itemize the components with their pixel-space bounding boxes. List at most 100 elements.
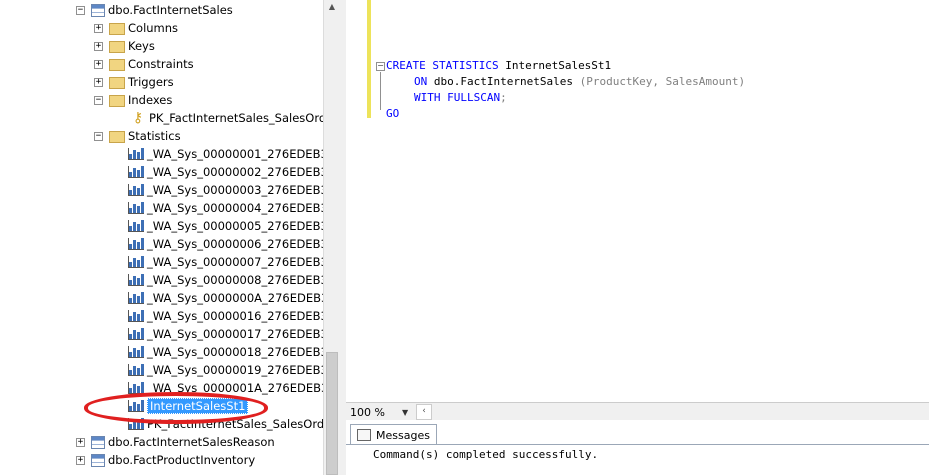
table-icon <box>91 435 105 449</box>
tree-node[interactable]: − Statistics <box>94 127 181 145</box>
tree-node[interactable]: _WA_Sys_00000017_276EDEB3 <box>128 325 323 343</box>
statistics-icon <box>128 166 144 178</box>
editor-gutter <box>346 0 366 402</box>
tree-node[interactable]: _WA_Sys_00000016_276EDEB3 <box>128 307 323 325</box>
code-identifier: dbo.FactInternetSales <box>427 75 580 88</box>
key-icon: ⚷ <box>132 110 144 126</box>
tree-node[interactable]: + dbo.FactProductInventory <box>76 451 255 469</box>
tree-node[interactable]: + Constraints <box>94 55 194 73</box>
code-line-2[interactable]: ON dbo.FactInternetSales (ProductKey, Sa… <box>414 74 745 90</box>
table-icon <box>91 453 105 467</box>
statistics-icon <box>128 346 144 358</box>
chevron-down-icon[interactable]: ▼ <box>402 408 414 417</box>
scroll-left-arrow-icon[interactable]: ‹ <box>416 404 432 420</box>
code-columns: (ProductKey, SalesAmount) <box>579 75 746 88</box>
folder-icon <box>109 95 125 107</box>
code-keyword: GO <box>386 107 400 120</box>
explorer-vertical-scrollbar[interactable]: ▲ <box>323 0 340 475</box>
tree-node-label: _WA_Sys_00000006_276EDEB3 <box>147 237 323 251</box>
collapse-icon[interactable]: − <box>94 131 103 141</box>
expand-icon[interactable]: + <box>94 59 103 69</box>
folder-icon <box>109 77 125 89</box>
tree-node-label: dbo.FactInternetSalesReason <box>108 435 275 449</box>
code-semicolon: ; <box>500 91 507 104</box>
collapse-icon[interactable]: − <box>94 95 103 105</box>
tree-node-label: _WA_Sys_00000018_276EDEB3 <box>147 345 323 359</box>
statistics-icon <box>128 202 144 214</box>
tree-node[interactable]: _WA_Sys_00000006_276EDEB3 <box>128 235 323 253</box>
tree-node[interactable]: _WA_Sys_00000008_276EDEB3 <box>128 271 323 289</box>
highlight-circle-annotation <box>84 392 268 424</box>
tree-node-label: _WA_Sys_00000008_276EDEB3 <box>147 273 323 287</box>
statistics-icon <box>128 328 144 340</box>
editor-status-bar: 100 % ▼ ‹ <box>346 402 929 421</box>
collapse-icon[interactable]: − <box>76 5 85 15</box>
tree-node-label: _WA_Sys_00000004_276EDEB3 <box>147 201 323 215</box>
code-line-3[interactable]: WITH FULLSCAN; <box>414 90 507 106</box>
expand-icon[interactable]: + <box>94 23 103 33</box>
tree-node-label: _WA_Sys_00000007_276EDEB3 <box>147 255 323 269</box>
tree-node-label: Statistics <box>128 129 181 143</box>
tree-node[interactable]: + Columns <box>94 19 178 37</box>
expand-icon[interactable]: + <box>76 455 85 465</box>
expand-icon[interactable]: + <box>76 437 85 447</box>
tree-node-label: Columns <box>128 21 179 35</box>
messages-output: Command(s) completed successfully. <box>373 448 599 461</box>
expand-icon[interactable]: + <box>94 41 103 51</box>
statistics-icon <box>128 364 144 376</box>
tree-node[interactable]: _WA_Sys_00000018_276EDEB3 <box>128 343 323 361</box>
statistics-icon <box>128 310 144 322</box>
code-keyword: WITH FULLSCAN <box>414 91 501 104</box>
tree-node-label: _WA_Sys_00000001_276EDEB3 <box>147 147 323 161</box>
tab-messages[interactable]: Messages <box>350 424 437 445</box>
statistics-icon <box>128 148 144 160</box>
tree-node-label: _WA_Sys_00000003_276EDEB3 <box>147 183 323 197</box>
expand-icon[interactable]: + <box>94 77 103 87</box>
zoom-level[interactable]: 100 % <box>346 406 402 419</box>
tree-node-label: PK_FactInternetSales_SalesOrderN <box>149 111 323 125</box>
tree-node[interactable]: − dbo.FactInternetSales <box>76 1 233 19</box>
tree-node[interactable]: _WA_Sys_00000019_276EDEB3 <box>128 361 323 379</box>
tree-node[interactable]: + Keys <box>94 37 155 55</box>
scroll-up-arrow-icon[interactable]: ▲ <box>326 2 338 16</box>
tree-node[interactable]: _WA_Sys_00000004_276EDEB3 <box>128 199 323 217</box>
folder-icon <box>109 23 125 35</box>
code-keyword: CREATE STATISTICS <box>386 59 499 72</box>
tree-node-label: _WA_Sys_00000002_276EDEB3 <box>147 165 323 179</box>
tree-node-label: Indexes <box>128 93 173 107</box>
statistics-icon <box>128 220 144 232</box>
code-line-1[interactable]: CREATE STATISTICS InternetSalesSt1 <box>386 58 611 74</box>
folder-icon <box>109 59 125 71</box>
tree-node[interactable]: + Triggers <box>94 73 174 91</box>
statistics-icon <box>128 292 144 304</box>
change-tracking-bar <box>367 0 371 118</box>
code-identifier: InternetSalesSt1 <box>498 59 612 72</box>
statistics-icon <box>128 274 144 286</box>
tree-node-label: dbo.FactInternetSales <box>108 3 233 17</box>
statistics-icon <box>128 238 144 250</box>
tree-node[interactable]: _WA_Sys_0000000A_276EDEB3 <box>128 289 323 307</box>
tree-node[interactable]: _WA_Sys_00000001_276EDEB3 <box>128 145 323 163</box>
tree-node-label: Keys <box>128 39 155 53</box>
tree-node-label: _WA_Sys_00000016_276EDEB3 <box>147 309 323 323</box>
tree-node[interactable]: _WA_Sys_00000002_276EDEB3 <box>128 163 323 181</box>
tree-node[interactable]: _WA_Sys_00000007_276EDEB3 <box>128 253 323 271</box>
results-pane: Messages Command(s) completed successful… <box>346 420 929 475</box>
tree-node-label: _WA_Sys_00000005_276EDEB3 <box>147 219 323 233</box>
folder-icon <box>109 131 125 143</box>
collapse-region-icon[interactable]: − <box>376 62 385 71</box>
tab-messages-label: Messages <box>376 428 430 442</box>
tree-node[interactable]: − Indexes <box>94 91 172 109</box>
tree-node-label: Triggers <box>128 75 174 89</box>
tree-node[interactable]: _WA_Sys_00000003_276EDEB3 <box>128 181 323 199</box>
statistics-icon <box>128 256 144 268</box>
tree-node-label: dbo.FactProductInventory <box>108 453 256 467</box>
tree-node[interactable]: ⚷ PK_FactInternetSales_SalesOrderN <box>130 109 323 127</box>
tree-node[interactable]: _WA_Sys_00000005_276EDEB3 <box>128 217 323 235</box>
tree-node-label: _WA_Sys_00000017_276EDEB3 <box>147 327 323 341</box>
code-line-4[interactable]: GO <box>386 106 399 122</box>
outline-line <box>380 72 381 110</box>
tree-node[interactable]: + dbo.FactInternetSalesReason <box>76 433 275 451</box>
messages-icon <box>357 429 371 441</box>
scrollbar-thumb[interactable] <box>326 352 338 475</box>
